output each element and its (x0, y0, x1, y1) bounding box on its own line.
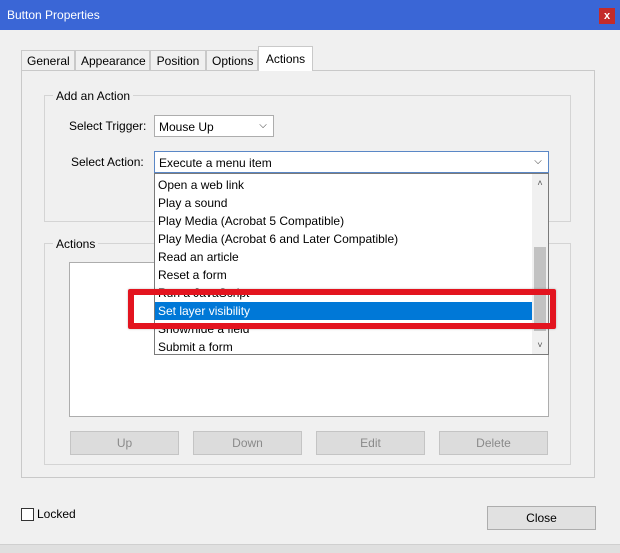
locked-checkbox[interactable] (21, 508, 34, 521)
tab-position[interactable]: Position (150, 50, 206, 70)
down-button[interactable]: Down (193, 431, 302, 455)
tab-general[interactable]: General (21, 50, 75, 70)
tab-actions[interactable]: Actions (258, 46, 313, 71)
close-button[interactable]: Close (487, 506, 596, 530)
dropdown-item-open-web-link[interactable]: Open a web link (155, 176, 532, 194)
trigger-label: Select Trigger: (69, 119, 147, 133)
add-action-group-label: Add an Action (53, 89, 134, 103)
trigger-value: Mouse Up (159, 120, 214, 134)
actions-group-label: Actions (53, 237, 99, 251)
chevron-down-icon: ⌵ (259, 120, 267, 131)
up-button[interactable]: Up (70, 431, 179, 455)
action-label: Select Action: (71, 155, 144, 169)
button-properties-dialog: Button Properties x General Appearance P… (0, 0, 620, 553)
dropdown-item-play-sound[interactable]: Play a sound (155, 194, 532, 212)
chevron-down-icon[interactable]: ˅ (532, 337, 548, 353)
close-icon[interactable]: x (599, 8, 615, 24)
action-select[interactable]: Execute a menu item ⌵ (154, 151, 549, 173)
title-bar[interactable]: Button Properties x (0, 0, 620, 30)
tab-options[interactable]: Options (206, 50, 258, 70)
dropdown-item-submit-form[interactable]: Submit a form (155, 338, 532, 354)
window-title: Button Properties (7, 8, 100, 22)
dropdown-item-read-article[interactable]: Read an article (155, 248, 532, 266)
trigger-select[interactable]: Mouse Up ⌵ (154, 115, 274, 137)
chevron-down-icon: ⌵ (534, 156, 542, 167)
dropdown-item-reset-form[interactable]: Reset a form (155, 266, 532, 284)
chevron-up-icon[interactable]: ˄ (532, 175, 548, 191)
edit-button[interactable]: Edit (316, 431, 425, 455)
dropdown-item-play-media-6[interactable]: Play Media (Acrobat 6 and Later Compatib… (155, 230, 532, 248)
highlight-annotation (128, 289, 556, 329)
action-value: Execute a menu item (159, 156, 272, 170)
locked-label: Locked (37, 507, 76, 521)
dropdown-item-play-media-5[interactable]: Play Media (Acrobat 5 Compatible) (155, 212, 532, 230)
delete-button[interactable]: Delete (439, 431, 548, 455)
tab-appearance[interactable]: Appearance (75, 50, 150, 70)
